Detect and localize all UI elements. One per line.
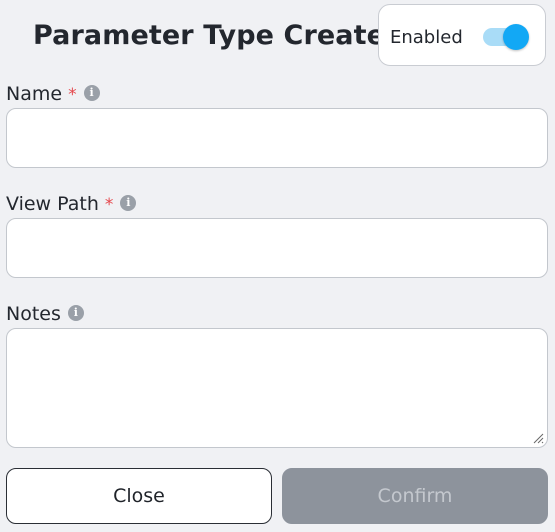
name-label: Name <box>6 83 63 105</box>
enabled-switch-knob[interactable] <box>503 24 529 50</box>
enabled-switch[interactable] <box>483 24 529 50</box>
dialog-title: Parameter Type Create <box>33 20 386 51</box>
enabled-toggle-label: Enabled <box>390 27 463 48</box>
name-required-marker: * <box>68 85 77 105</box>
notes-label: Notes <box>6 303 61 325</box>
info-icon[interactable]: i <box>67 305 84 321</box>
confirm-button[interactable]: Confirm <box>282 468 548 524</box>
dialog-header: Parameter Type Create Enabled <box>0 0 555 74</box>
view-path-label: View Path <box>6 193 99 215</box>
notes-field-label-row: Notes i <box>6 303 84 325</box>
info-icon[interactable]: i <box>120 195 137 211</box>
parameter-type-create-dialog: Parameter Type Create Enabled Name * i Vie… <box>0 0 555 532</box>
notes-textarea[interactable] <box>6 328 548 448</box>
name-input[interactable] <box>6 108 548 168</box>
info-icon[interactable]: i <box>83 85 100 101</box>
view-path-input[interactable] <box>6 218 548 278</box>
view-path-field-label-row: View Path * i <box>6 193 137 215</box>
notes-wrapper <box>6 328 548 448</box>
close-button[interactable]: Close <box>6 468 272 524</box>
enabled-toggle-card: Enabled <box>378 4 546 66</box>
name-field-label-row: Name * i <box>6 83 100 105</box>
view-path-required-marker: * <box>104 195 114 215</box>
